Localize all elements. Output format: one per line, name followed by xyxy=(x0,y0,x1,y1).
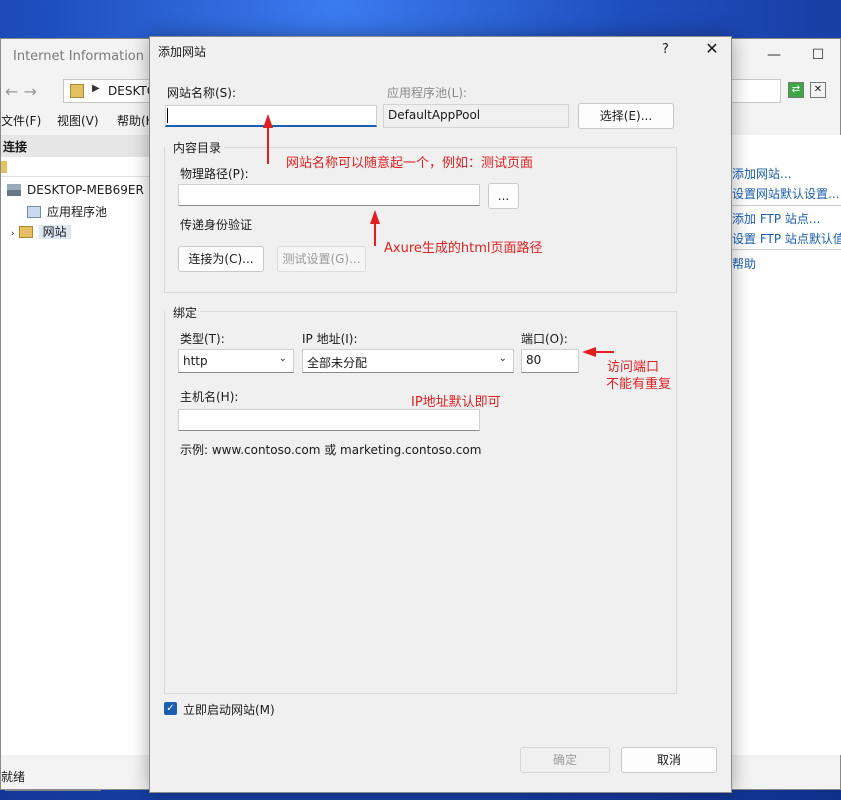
site-name-label: 网站名称(S): xyxy=(167,86,237,100)
tree-app-pools-label: 应用程序池 xyxy=(47,205,108,219)
actions-divider xyxy=(732,205,841,206)
tree-sites-label: 网站 xyxy=(38,225,71,239)
hostname-example: 示例: www.contoso.com 或 marketing.contoso.… xyxy=(180,443,482,457)
action-add-site[interactable]: 添加网站... xyxy=(732,165,791,182)
browse-button[interactable]: ... xyxy=(488,183,519,209)
annotation-site-name: 网站名称可以随意起一个，例如：测试页面 xyxy=(286,156,534,171)
app-pool-label: 应用程序池(L): xyxy=(387,86,468,100)
select-app-pool-button[interactable]: 选择(E)... xyxy=(578,103,674,129)
action-add-ftp[interactable]: 添加 FTP 站点... xyxy=(732,210,820,227)
connections-panel: 连接 DESKTOP-MEB69ER 应用程序池 › 网站 xyxy=(1,135,151,791)
test-settings-button: 测试设置(G)... xyxy=(277,246,366,272)
tree-item-sites[interactable]: › 网站 xyxy=(11,223,71,240)
annotation-arrow-shaft xyxy=(267,126,269,164)
type-select[interactable]: http ⌄ xyxy=(178,349,294,373)
app-pool-icon xyxy=(27,206,41,218)
physical-path-label: 物理路径(P): xyxy=(180,167,249,181)
hostname-input[interactable] xyxy=(178,409,480,431)
type-label: 类型(T): xyxy=(180,332,225,346)
connections-toolbar xyxy=(1,157,150,177)
menu-view[interactable]: 视图(V) xyxy=(57,112,99,129)
iis-window-controls: — ☐ xyxy=(752,47,840,63)
iis-address-extra[interactable] xyxy=(731,79,781,103)
tree-server-label: DESKTOP-MEB69ER xyxy=(27,183,144,197)
cancel-button[interactable]: 取消 xyxy=(621,747,717,773)
folder-icon[interactable] xyxy=(1,161,7,173)
iis-menubar: 文件(F) 视图(V) 帮助(H xyxy=(1,109,161,131)
actions-divider xyxy=(732,249,841,250)
port-input[interactable]: 80 xyxy=(521,349,579,373)
chevron-right-icon: ▶ xyxy=(92,83,100,94)
tree-item-app-pools[interactable]: 应用程序池 xyxy=(27,203,107,220)
chevron-down-icon: ⌄ xyxy=(278,353,287,364)
iis-window-title: Internet Information Ser xyxy=(13,49,170,64)
annotation-arrow-shaft xyxy=(594,351,614,353)
annotation-path: Axure生成的html页面路径 xyxy=(384,241,543,256)
start-immediately-checkbox[interactable]: ✓ xyxy=(164,702,177,715)
iis-toolbar-icons: ⇄ ✕ xyxy=(788,81,832,98)
folder-icon xyxy=(70,84,84,98)
status-bar: 就绪 xyxy=(1,770,26,784)
action-site-defaults[interactable]: 设置网站默认设置... xyxy=(732,185,839,202)
chevron-down-icon: ⌄ xyxy=(498,353,507,364)
annotation-ip: IP地址默认即可 xyxy=(411,395,501,410)
help-icon[interactable]: ? xyxy=(662,42,669,57)
sites-folder-icon xyxy=(18,226,33,238)
connections-header: 连接 xyxy=(1,135,150,157)
close-icon[interactable]: ✕ xyxy=(702,39,722,58)
actions-panel: 添加网站... 设置网站默认设置... 添加 FTP 站点... 设置 FTP … xyxy=(732,135,841,755)
chevron-right-icon[interactable]: › xyxy=(11,229,15,239)
maximize-icon[interactable]: ☐ xyxy=(796,47,840,63)
action-help[interactable]: 帮助 xyxy=(732,255,756,272)
ok-button: 确定 xyxy=(520,747,610,773)
hostname-label: 主机名(H): xyxy=(180,390,239,404)
app-pool-field: DefaultAppPool xyxy=(383,104,569,128)
ip-select[interactable]: 全部未分配 ⌄ xyxy=(302,349,514,373)
stop-icon[interactable]: ✕ xyxy=(810,82,826,98)
group-border xyxy=(200,311,677,312)
type-select-value: http xyxy=(183,354,208,368)
group-border xyxy=(224,147,677,148)
connect-as-button[interactable]: 连接为(C)... xyxy=(178,246,264,272)
back-icon[interactable]: ← → xyxy=(5,82,37,101)
refresh-icon[interactable]: ⇄ xyxy=(788,82,804,98)
add-website-dialog: 添加网站 ? ✕ 网站名称(S): 应用程序池(L): DefaultAppPo… xyxy=(149,36,732,793)
tree-item-server[interactable]: DESKTOP-MEB69ER xyxy=(7,183,144,197)
ip-label: IP 地址(I): xyxy=(302,332,358,346)
annotation-arrow-shaft xyxy=(374,222,376,246)
menu-file[interactable]: 文件(F) xyxy=(1,112,41,129)
horizontal-scrollbar[interactable] xyxy=(5,789,101,791)
action-ftp-defaults[interactable]: 设置 FTP 站点默认值... xyxy=(732,230,841,247)
passthrough-label: 传递身份验证 xyxy=(180,218,253,232)
ip-select-value: 全部未分配 xyxy=(307,356,368,370)
minimize-icon[interactable]: — xyxy=(752,47,796,63)
physical-path-input[interactable] xyxy=(178,184,480,206)
start-immediately-label: 立即启动网站(M) xyxy=(183,703,275,717)
annotation-port-line2: 不能有重复 xyxy=(606,377,672,392)
dialog-title: 添加网站 xyxy=(158,45,207,59)
server-icon xyxy=(7,184,21,196)
text-cursor xyxy=(167,108,168,123)
port-label: 端口(O): xyxy=(521,332,568,346)
